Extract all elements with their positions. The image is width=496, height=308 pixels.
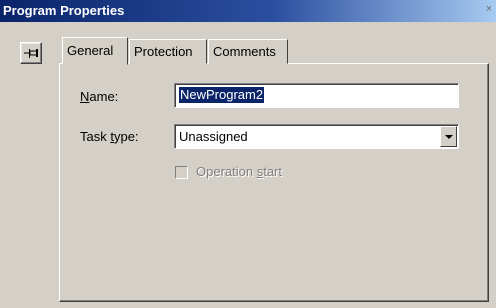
- pin-button[interactable]: [20, 42, 42, 64]
- tab-comments[interactable]: Comments: [208, 39, 288, 64]
- tab-protection[interactable]: Protection: [129, 39, 207, 64]
- operation-start-checkbox[interactable]: [175, 166, 188, 179]
- close-icon[interactable]: ×: [484, 2, 494, 18]
- program-properties-window: Program Properties × General Protection …: [0, 0, 496, 308]
- task-type-select[interactable]: Unassigned: [174, 124, 459, 149]
- dropdown-button[interactable]: [440, 126, 457, 147]
- chevron-down-icon: [445, 135, 453, 139]
- window-title: Program Properties: [3, 3, 125, 18]
- name-field-value: NewProgram2: [179, 87, 265, 103]
- tab-comments-label: Comments: [213, 44, 276, 59]
- pushpin-icon: [24, 49, 38, 58]
- tab-protection-label: Protection: [134, 44, 193, 59]
- name-label: Name:: [80, 89, 119, 104]
- task-type-label: Task type:: [80, 129, 139, 144]
- tab-general[interactable]: General: [62, 37, 128, 65]
- title-bar[interactable]: Program Properties ×: [0, 0, 496, 22]
- tab-general-label: General: [67, 43, 114, 58]
- operation-start-label: Operation start: [196, 164, 282, 179]
- name-field[interactable]: NewProgram2: [174, 83, 459, 108]
- task-type-value: Unassigned: [179, 129, 248, 144]
